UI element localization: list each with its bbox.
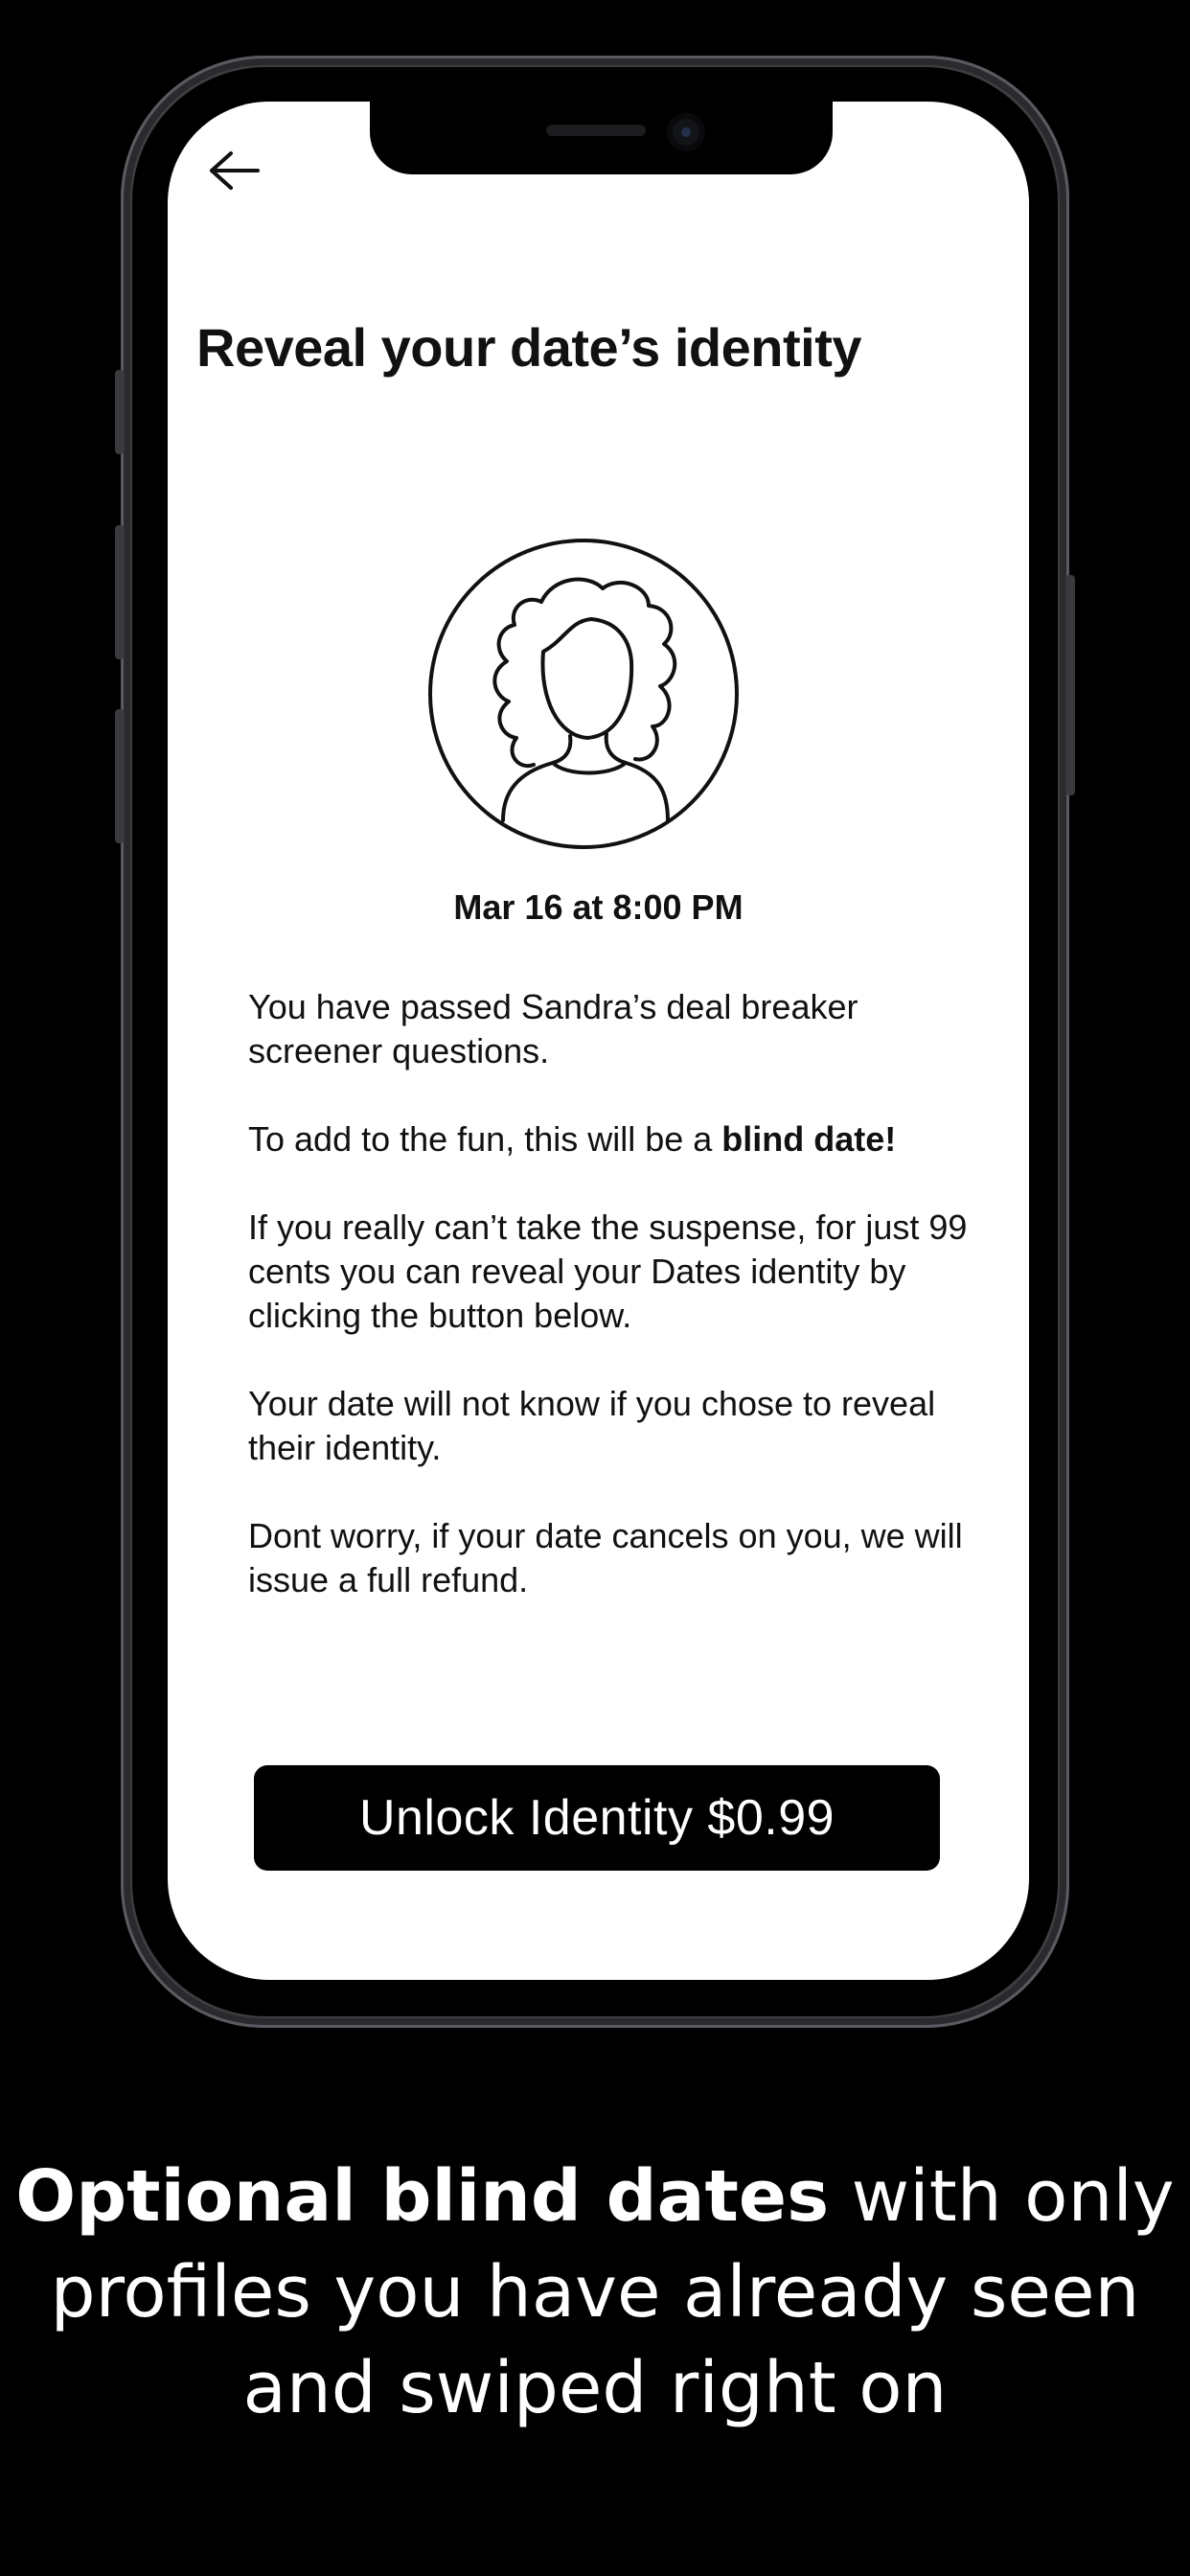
page-title: Reveal your date’s identity (196, 317, 862, 378)
mute-switch (115, 370, 125, 454)
screening-passed-paragraph: You have passed Sandra’s deal breaker sc… (248, 987, 858, 1070)
person-avatar-icon (426, 537, 741, 851)
power-button (1065, 575, 1075, 795)
unlock-identity-button[interactable]: Unlock Identity $0.99 (254, 1765, 940, 1871)
phone-screen: Reveal your date’s identity Mar 16 at 8:… (168, 102, 1029, 1980)
blind-date-prefix: To add to the fun, this will be a (248, 1119, 722, 1159)
back-arrow-icon[interactable] (206, 150, 263, 192)
front-camera (667, 113, 705, 151)
reveal-offer-paragraph: If you really can’t take the suspense, f… (248, 1208, 968, 1335)
marketing-caption: Optional blind dates with only profiles … (0, 2149, 1190, 2436)
blind-date-emphasis: blind date! (721, 1119, 897, 1159)
privacy-paragraph: Your date will not know if you chose to … (248, 1384, 936, 1467)
date-time-label: Mar 16 at 8:00 PM (453, 887, 744, 927)
refund-paragraph: Dont worry, if your date cancels on you,… (248, 1516, 963, 1599)
notch (370, 102, 833, 174)
volume-up-button (115, 525, 125, 659)
volume-down-button (115, 709, 125, 843)
blind-date-paragraph: To add to the fun, this will be a blind … (248, 1117, 976, 1162)
caption-bold: Optional blind dates (15, 2155, 830, 2238)
description-text: You have passed Sandra’s deal breaker sc… (248, 985, 976, 1646)
speaker-grille (546, 125, 646, 136)
